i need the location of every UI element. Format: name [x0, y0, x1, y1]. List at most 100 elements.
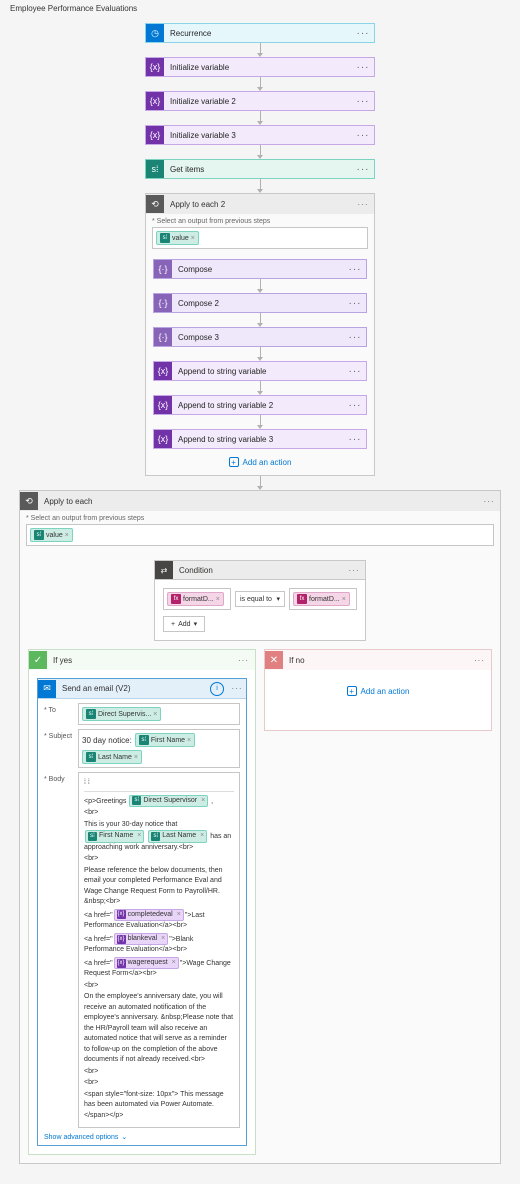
append-string-2-step[interactable]: {x} Append to string variable 2 ··· [153, 395, 367, 415]
x-icon: ✕ [265, 651, 283, 669]
page-title: Employee Performance Evaluations [0, 0, 520, 17]
if-yes-branch: ✓ If yes ··· ✉ Send an email (V2) i ··· … [28, 649, 256, 1155]
add-action-label: Add an action [361, 687, 410, 696]
step-label: Recurrence [164, 29, 352, 38]
init-variable-2-step[interactable]: {x} Initialize variable 2 ··· [145, 91, 375, 111]
more-icon[interactable]: ··· [344, 332, 366, 343]
compose-2-step[interactable]: {·} Compose 2 ··· [153, 293, 367, 313]
to-input[interactable]: s⁞Direct Supervis...× [78, 703, 240, 725]
chevron-down-icon: ▾ [194, 620, 198, 628]
value-token[interactable]: s⁞value× [30, 528, 73, 542]
check-icon: ✓ [29, 651, 47, 669]
condition-left[interactable]: fxformatD...× [163, 588, 231, 610]
lastname-token[interactable]: s⁞Last Name× [82, 750, 142, 764]
step-label: Compose 2 [172, 299, 344, 308]
format-toolbar[interactable]: ⁞ ⁞ [84, 778, 234, 792]
variable-icon: {x} [146, 92, 164, 110]
supervisor-token[interactable]: s⁞Direct Supervis...× [82, 707, 161, 721]
more-icon[interactable]: ··· [238, 656, 249, 665]
foreach-icon: ⟲ [146, 195, 164, 213]
completedeval-token[interactable]: {x}completedeval× [114, 909, 184, 922]
value-token[interactable]: s⁞value× [156, 231, 199, 245]
append-string-3-step[interactable]: {x} Append to string variable 3 ··· [153, 429, 367, 449]
step-label: Compose [172, 265, 344, 274]
variable-icon: {x} [146, 58, 164, 76]
condition-header[interactable]: ⇄ Condition ··· [154, 560, 366, 580]
plus-icon: + [347, 686, 357, 696]
step-label: Compose 3 [172, 333, 344, 342]
arrow-icon [260, 43, 261, 57]
expression-token[interactable]: fxformatD...× [167, 592, 224, 606]
more-icon[interactable]: ··· [343, 566, 365, 575]
info-icon[interactable]: i [210, 682, 224, 696]
more-icon[interactable]: ··· [228, 684, 246, 693]
step-label: Initialize variable 2 [164, 97, 352, 106]
arrow-icon [260, 179, 261, 193]
compose-icon: {·} [154, 260, 172, 278]
arrow-icon [260, 347, 261, 361]
add-condition-button[interactable]: +Add▾ [163, 616, 205, 632]
step-label: Initialize variable 3 [164, 131, 352, 140]
compose-step[interactable]: {·} Compose ··· [153, 259, 367, 279]
init-variable-3-step[interactable]: {x} Initialize variable 3 ··· [145, 125, 375, 145]
expression-token[interactable]: fxformatD...× [293, 592, 350, 606]
lastname-token[interactable]: s⁞Last Name× [148, 830, 207, 843]
more-icon[interactable]: ··· [352, 164, 374, 175]
wagerequest-token[interactable]: {x}wagerequest× [114, 957, 179, 970]
condition-step: ⇄ Condition ··· fxformatD...× is equal t… [154, 560, 366, 641]
send-email-step: ✉ Send an email (V2) i ··· * To s⁞Direct… [37, 678, 247, 1146]
chevron-down-icon: ⌄ [121, 1133, 127, 1141]
scope-header[interactable]: ⟲ Apply to each ··· [20, 491, 500, 511]
blankeval-token[interactable]: {x}blankeval× [114, 933, 169, 946]
add-action-label: Add an action [243, 458, 292, 467]
show-advanced-link[interactable]: Show advanced options ⌄ [44, 1133, 240, 1141]
compose-icon: {·} [154, 328, 172, 346]
firstname-token[interactable]: s⁞First Name× [85, 830, 144, 843]
arrow-icon [260, 145, 261, 159]
more-icon[interactable]: ··· [352, 96, 374, 107]
branch-header[interactable]: ✕ If no ··· [265, 650, 491, 670]
arrow-icon [260, 313, 261, 327]
condition-operator[interactable]: is equal to▾ [235, 591, 285, 607]
output-input[interactable]: s⁞value× [26, 524, 494, 546]
condition-right[interactable]: fxformatD...× [289, 588, 357, 610]
more-icon[interactable]: ··· [344, 434, 366, 445]
more-icon[interactable]: ··· [344, 400, 366, 411]
more-icon[interactable]: ··· [344, 298, 366, 309]
step-label: Get items [164, 165, 352, 174]
plus-icon: + [229, 457, 239, 467]
compose-3-step[interactable]: {·} Compose 3 ··· [153, 327, 367, 347]
variable-icon: {x} [154, 430, 172, 448]
email-header[interactable]: ✉ Send an email (V2) i ··· [38, 679, 246, 699]
more-icon[interactable]: ··· [352, 200, 374, 209]
init-variable-step[interactable]: {x} Initialize variable ··· [145, 57, 375, 77]
recurrence-step[interactable]: ◷ Recurrence ··· [145, 23, 375, 43]
more-icon[interactable]: ··· [352, 28, 374, 39]
append-string-step[interactable]: {x} Append to string variable ··· [153, 361, 367, 381]
supervisor-token[interactable]: s⁞Direct Supervisor× [129, 795, 208, 808]
more-icon[interactable]: ··· [478, 497, 500, 506]
more-icon[interactable]: ··· [344, 264, 366, 275]
firstname-token[interactable]: s⁞First Name× [135, 733, 195, 747]
step-label: Append to string variable [172, 367, 344, 376]
arrow-icon [260, 476, 261, 490]
arrow-icon [260, 279, 261, 293]
scope-header[interactable]: ⟲ Apply to each 2 ··· [146, 194, 374, 214]
more-icon[interactable]: ··· [352, 62, 374, 73]
body-editor[interactable]: ⁞ ⁞ <p>Greetings s⁞Direct Supervisor× , … [78, 772, 240, 1128]
add-action-link[interactable]: + Add an action [273, 686, 483, 696]
chevron-down-icon: ▾ [276, 595, 280, 603]
more-icon[interactable]: ··· [474, 656, 485, 665]
branch-header[interactable]: ✓ If yes ··· [29, 650, 255, 670]
subject-text: 30 day notice: [82, 736, 132, 745]
branch-label: If yes [47, 656, 238, 665]
plus-icon: + [171, 621, 175, 628]
output-input[interactable]: s⁞value× [152, 227, 368, 249]
step-label: Apply to each 2 [164, 200, 352, 209]
get-items-step[interactable]: s⁞ Get items ··· [145, 159, 375, 179]
more-icon[interactable]: ··· [352, 130, 374, 141]
subject-label: * Subject [44, 729, 78, 768]
more-icon[interactable]: ··· [344, 366, 366, 377]
subject-input[interactable]: 30 day notice: s⁞First Name× s⁞Last Name… [78, 729, 240, 768]
add-action-link[interactable]: + Add an action [229, 457, 292, 467]
